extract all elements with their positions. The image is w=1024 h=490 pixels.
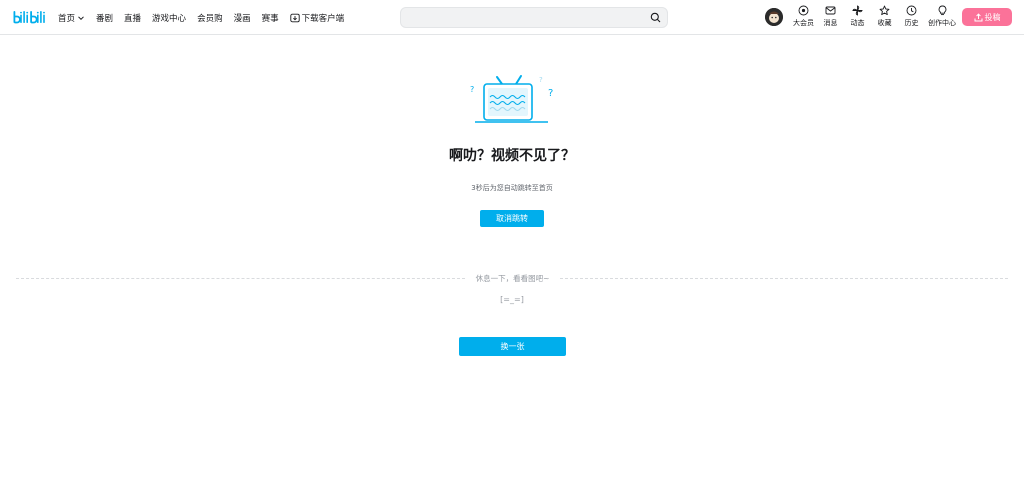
svg-text:?: ? [548,88,553,99]
message-icon [825,6,836,15]
nav-download-label: 下载客户端 [301,13,345,24]
redirect-countdown-text: 3秒后为您自动跳转至首页 [471,184,553,192]
left-nav: 首页 番剧 直播 游戏中心 会员购 漫画 赛事 下载客户端 [58,0,355,35]
nav-manga[interactable]: 漫画 [234,12,251,24]
nav-live[interactable]: 直播 [124,12,141,24]
svg-text:?: ? [470,85,474,94]
nav-anime[interactable]: 番剧 [96,12,113,24]
nav-mall-label: 会员购 [197,13,223,24]
cancel-redirect-label: 取消跳转 [496,214,528,223]
star-icon [879,5,890,16]
nav-creator-center[interactable]: 创作中心 [925,5,959,31]
download-icon [289,13,300,22]
divider-text: 休息一下，看看图吧~ [465,273,560,284]
nav-game-center[interactable]: 游戏中心 [152,12,186,24]
nav-manga-label: 漫画 [233,13,251,24]
nav-home[interactable]: 首页 [58,12,85,24]
next-image-button[interactable]: 换一张 [459,337,566,356]
nav-vip[interactable]: 大会员 [790,5,817,31]
clock-icon [906,5,917,16]
error-title: 啊叻？视频不见了？ [449,148,575,164]
upload-button[interactable]: 投稿 [962,8,1012,26]
right-nav: 大会员 消息 动态 收藏 历史 创作中心 [790,5,959,31]
upload-icon [974,12,982,21]
image-placeholder-kaomoji: [=_=] [500,295,524,304]
divider-left [16,278,465,279]
search-input[interactable] [409,10,641,25]
nav-history-label: 历史 [904,19,919,27]
search-bar [400,7,668,28]
nav-dynamic[interactable]: 动态 [844,5,871,31]
nav-history[interactable]: 历史 [898,5,925,31]
nav-mall[interactable]: 会员购 [197,12,223,24]
nav-live-label: 直播 [124,13,142,24]
svg-text:?: ? [539,76,543,84]
top-header: 首页 番剧 直播 游戏中心 会员购 漫画 赛事 下载客户端 大会员 消息 动态 … [0,0,1024,35]
nav-esports-label: 赛事 [261,13,279,24]
dynamic-icon [852,5,863,16]
nav-favorites[interactable]: 收藏 [871,5,898,31]
cancel-redirect-button[interactable]: 取消跳转 [480,210,544,227]
divider-right [560,278,1008,279]
avatar[interactable] [765,8,783,26]
upload-label: 投稿 [984,12,1001,22]
nav-favorites-label: 收藏 [877,19,892,27]
nav-esports[interactable]: 赛事 [262,12,279,24]
next-image-label: 换一张 [500,342,525,351]
nav-download-client[interactable]: 下载客户端 [289,12,345,24]
nav-creator-center-label: 创作中心 [928,19,956,27]
nav-home-label: 首页 [58,13,76,24]
nav-vip-label: 大会员 [793,19,814,27]
nav-messages[interactable]: 消息 [817,5,844,31]
avatar-image [765,8,783,26]
search-icon[interactable] [650,12,661,23]
nav-anime-label: 番剧 [96,13,114,24]
vip-icon [798,5,809,16]
nav-game-center-label: 游戏中心 [152,13,187,24]
nav-messages-label: 消息 [823,19,838,27]
nav-dynamic-label: 动态 [850,19,865,27]
broken-tv-icon: ? ? ? [470,75,553,123]
chevron-down-icon [78,15,84,20]
bulb-icon [938,5,946,16]
bilibili-logo[interactable] [13,9,47,25]
